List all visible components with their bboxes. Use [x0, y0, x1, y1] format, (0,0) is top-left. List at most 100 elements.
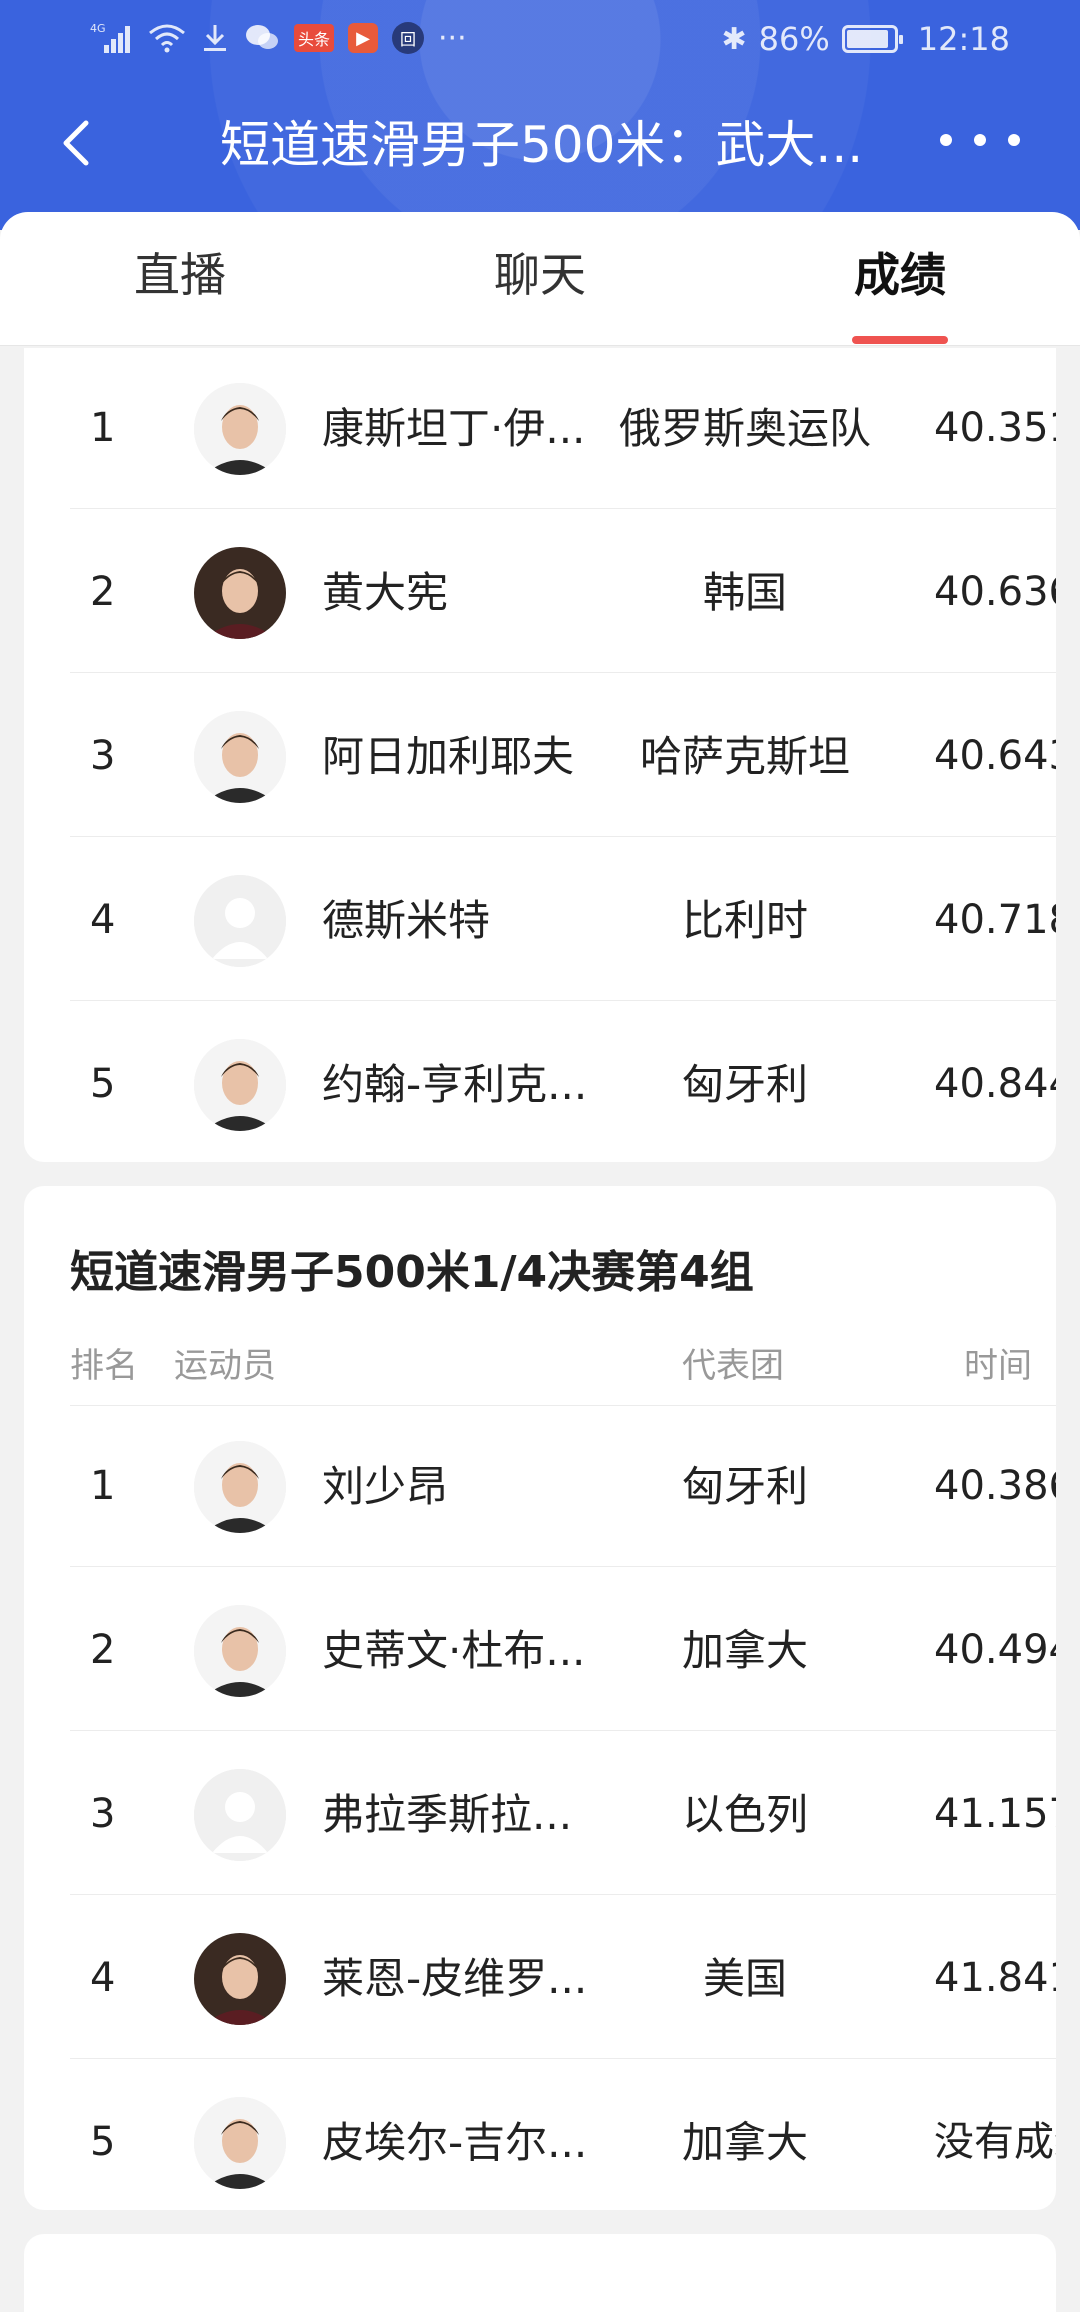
athlete-name[interactable]: 史蒂文·杜布... [322, 1570, 592, 1731]
result-time: 没有成绩 [934, 2119, 1056, 2165]
battery-percent: 86% [758, 20, 830, 58]
battery-fill [846, 30, 889, 48]
result-row[interactable]: 3 阿日加利耶夫哈萨克斯坦 40.643秒 [70, 676, 1056, 837]
team-name: 匈牙利 [681, 1462, 808, 1511]
athlete-avatar[interactable] [194, 711, 286, 803]
status-left-icons: 4G 头条 ▶ 回 ··· [90, 18, 467, 58]
athlete-name[interactable]: 阿日加利耶夫 [322, 676, 592, 837]
result-time: 40.844秒 [934, 1061, 1056, 1107]
result-row[interactable]: 3 弗拉季斯拉... 以色列 41.157秒 [70, 1734, 1056, 1895]
athlete-name[interactable]: 康斯坦丁·伊... [322, 348, 592, 509]
rank-number: 3 [90, 733, 116, 779]
result-time: 40.718秒 [934, 897, 1056, 943]
result-time: 40.636秒 [934, 569, 1056, 615]
athlete-avatar[interactable] [194, 2097, 286, 2189]
more-dot-icon [940, 134, 952, 146]
result-row[interactable]: 5 皮埃尔-吉尔... 加拿大 没有成绩 [70, 2062, 1056, 2210]
result-time: 40.494秒 [934, 1627, 1056, 1673]
wifi-icon [148, 18, 186, 58]
result-row[interactable]: 4 德斯米特 比利时 40.718秒 [70, 840, 1056, 1001]
page-title: 短道速滑男子500米：武大... [220, 116, 860, 174]
athlete-avatar[interactable] [194, 1605, 286, 1697]
tab-bar: 直播 聊天 成绩 [0, 212, 1080, 346]
rank-number: 1 [90, 405, 116, 451]
athlete-avatar[interactable] [194, 1039, 286, 1131]
result-time: 40.386秒 [934, 1463, 1056, 1509]
results-card-previous: 1 康斯坦丁·伊... 俄罗斯奥运队 40.351秒 2 黄大宪 韩国 40.636秒 3 阿日加… [24, 348, 1056, 1162]
col-header-athlete: 运动员 [174, 1346, 276, 1386]
more-dot-icon [974, 134, 986, 146]
team-name: 加拿大 [681, 1626, 808, 1675]
group-title: 短道速滑男子500米1/4决赛第4组 [70, 1247, 754, 1298]
athlete-avatar[interactable] [194, 1933, 286, 2025]
athlete-avatar[interactable] [194, 1769, 286, 1861]
team-name: 匈牙利 [681, 1060, 808, 1109]
rank-number: 4 [90, 1955, 116, 2001]
app-badge-glyph: 回 [392, 22, 425, 54]
result-row[interactable]: 2 黄大宪 韩国 40.636秒 [70, 512, 1056, 673]
athlete-avatar[interactable] [194, 383, 286, 475]
more-button[interactable] [940, 120, 1020, 160]
tab-chat[interactable]: 聊天 [480, 242, 600, 322]
app-header: 4G 头条 ▶ 回 ··· ✱ 86% 12:18 短道速滑男子500米：武大.… [0, 0, 1080, 230]
rank-number: 1 [90, 1463, 116, 1509]
rank-number: 4 [90, 897, 116, 943]
result-time: 40.351秒 [934, 405, 1056, 451]
bluetooth-icon: ✱ [721, 21, 747, 57]
rank-number: 3 [90, 1791, 116, 1837]
download-icon [200, 18, 230, 58]
result-row[interactable]: 5 约翰-亨利克... 匈牙利 40.844秒 [70, 1004, 1056, 1162]
active-tab-indicator [852, 336, 948, 344]
col-header-team: 代表团 [682, 1346, 784, 1386]
result-row[interactable]: 1 康斯坦丁·伊... 俄罗斯奥运队 40.351秒 [70, 348, 1056, 509]
result-row[interactable]: 1 刘少昂 匈牙利 40.386秒 [70, 1406, 1056, 1567]
athlete-name[interactable]: 德斯米特 [322, 840, 592, 1001]
cellular-signal-icon: 4G [90, 18, 134, 58]
back-button[interactable] [50, 113, 110, 173]
rank-number: 2 [90, 569, 116, 615]
wechat-icon [244, 18, 280, 58]
athlete-name[interactable]: 莱恩-皮维罗... [322, 1898, 592, 2059]
athlete-name[interactable]: 刘少昂 [322, 1406, 592, 1567]
athlete-name[interactable]: 黄大宪 [322, 512, 592, 673]
result-row[interactable]: 2 史蒂文·杜布... 加拿大 40.494秒 [70, 1570, 1056, 1731]
chevron-left-icon [63, 120, 89, 166]
team-name: 哈萨克斯坦 [639, 732, 850, 781]
result-time: 40.643秒 [934, 733, 1056, 779]
clock: 12:18 [917, 20, 1010, 58]
athlete-avatar[interactable] [194, 547, 286, 639]
more-notifications-icon: ··· [438, 20, 467, 56]
athlete-name[interactable]: 约翰-亨利克... [322, 1004, 592, 1162]
team-name: 韩国 [702, 568, 787, 617]
status-right-icons: ✱ 86% 12:18 [722, 20, 1010, 58]
results-card-group4: 短道速滑男子500米1/4决赛第4组 排名 运动员 代表团 时间 1 刘少昂 匈牙利… [24, 1186, 1056, 2210]
athlete-avatar[interactable] [194, 875, 286, 967]
tab-live[interactable]: 直播 [120, 242, 240, 322]
team-name: 俄罗斯奥运队 [618, 404, 871, 453]
video-badge-glyph: ▶ [348, 23, 379, 53]
tab-results[interactable]: 成绩 [840, 242, 960, 322]
athlete-name[interactable]: 弗拉季斯拉... [322, 1734, 592, 1895]
result-time: 41.841秒 [934, 1955, 1056, 2001]
rank-number: 5 [90, 2119, 116, 2165]
team-name: 美国 [702, 1954, 787, 2003]
athlete-name[interactable]: 皮埃尔-吉尔... [322, 2062, 592, 2210]
result-time: 41.157秒 [934, 1791, 1056, 1837]
athlete-avatar[interactable] [194, 1441, 286, 1533]
rank-number: 2 [90, 1627, 116, 1673]
nav-bar: 短道速滑男子500米：武大... [0, 95, 1080, 195]
result-row[interactable]: 4 莱恩-皮维罗... 美国 41.841秒 [70, 1898, 1056, 2059]
toutiao-app-icon: 头条 [294, 18, 335, 58]
more-dot-icon [1008, 134, 1020, 146]
battery-icon [841, 25, 903, 53]
app-notification-icon: 回 [392, 18, 425, 58]
status-bar: 4G 头条 ▶ 回 ··· ✱ 86% 12:18 [0, 0, 1080, 80]
results-card-next [24, 2234, 1056, 2312]
col-header-rank: 排名 [70, 1346, 138, 1386]
rank-number: 5 [90, 1061, 116, 1107]
col-header-time: 时间 [964, 1346, 1032, 1386]
team-name: 以色列 [681, 1790, 808, 1839]
team-name: 加拿大 [681, 2118, 808, 2167]
team-name: 比利时 [681, 896, 808, 945]
network-type-text: 4G [90, 22, 106, 35]
